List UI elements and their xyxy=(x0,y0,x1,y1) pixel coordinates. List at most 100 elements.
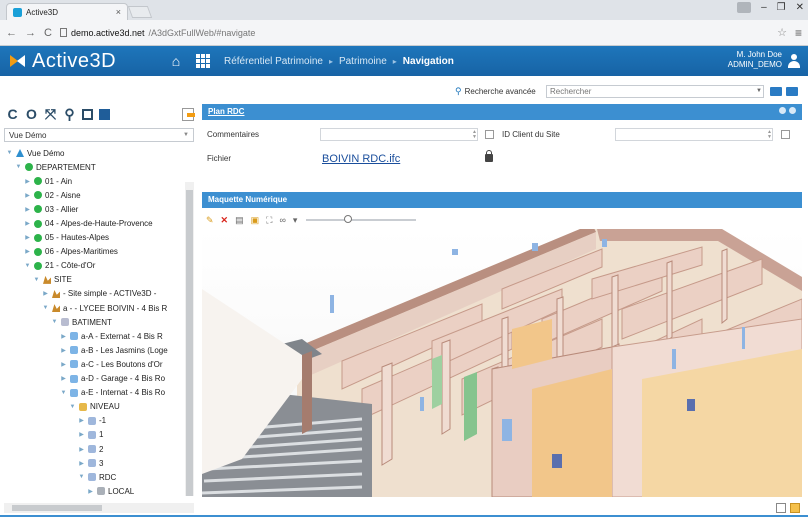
expand-icon[interactable]: ▶ xyxy=(78,417,85,424)
expand-icon[interactable]: ▶ xyxy=(24,220,31,227)
zoom-slider-knob[interactable] xyxy=(344,215,353,223)
tree-vertical-scrollbar[interactable] xyxy=(185,182,194,496)
breadcrumb-referentiel[interactable]: Référentiel Patrimoine xyxy=(224,56,323,67)
breadcrumb-navigation[interactable]: Navigation xyxy=(403,56,454,67)
expand-icon[interactable]: ▶ xyxy=(24,248,31,255)
tree-node[interactable]: ▶ a-C - Les Boutons d'Or xyxy=(4,357,194,371)
search-input[interactable] xyxy=(546,85,764,98)
building-tool-icon[interactable] xyxy=(99,108,110,120)
minimize-icon[interactable]: – xyxy=(761,2,767,13)
comment-field[interactable] xyxy=(320,128,478,141)
tree-node[interactable]: ▶ -1 xyxy=(4,414,194,428)
profile-icon[interactable] xyxy=(737,2,752,13)
zoom-icon[interactable]: ⚲ xyxy=(63,106,76,123)
fit-view-icon[interactable]: ⛶ xyxy=(266,215,272,226)
tree-node[interactable]: ▼ 21 - Côte-d'Or xyxy=(4,259,194,273)
forward-icon[interactable]: → xyxy=(25,27,36,39)
glasses-icon[interactable]: ∞ xyxy=(279,215,285,225)
layers-icon[interactable]: ▤ xyxy=(235,215,244,226)
palette-icon[interactable]: ✎ xyxy=(206,215,214,226)
list-view-icon[interactable] xyxy=(770,87,782,96)
print-icon[interactable] xyxy=(776,503,786,513)
3d-viewer[interactable] xyxy=(202,229,802,497)
user-icon[interactable] xyxy=(788,54,800,68)
box-icon[interactable]: ▣ xyxy=(251,215,260,226)
tree-node[interactable]: ▼ DEPARTEMENT xyxy=(4,160,194,174)
tree-node[interactable]: ▶ 04 - Alpes-de-Haute-Provence xyxy=(4,216,194,230)
tree-node[interactable]: ▶ 02 - Aisne xyxy=(4,188,194,202)
collapse-icon[interactable]: ▼ xyxy=(33,277,40,283)
tree-node[interactable]: ▶ a-B - Les Jasmins (Loge xyxy=(4,343,194,357)
expand-icon[interactable]: ▶ xyxy=(24,192,31,199)
home-icon[interactable]: ⌂ xyxy=(166,53,186,69)
collapse-icon[interactable]: ▼ xyxy=(42,305,49,311)
delete-icon[interactable]: ✕ xyxy=(221,215,229,226)
collapse-icon[interactable]: ▼ xyxy=(60,390,67,396)
tree-node[interactable]: ▶ 2 xyxy=(4,442,194,456)
view-select[interactable]: Vue Démo ▼ xyxy=(4,128,194,142)
view-dropdown-icon[interactable]: ▾ xyxy=(293,215,298,226)
scroll-thumb[interactable] xyxy=(186,190,193,496)
expand-icon[interactable]: ▶ xyxy=(78,431,85,438)
url-field[interactable]: demo.active3d.net/A3dGxtFullWeb/#navigat… xyxy=(59,28,769,38)
tree-node[interactable]: ▼ a-E - Internat - 4 Bis Ro xyxy=(4,386,194,400)
tree-node[interactable]: ▶ a-A - Externat - 4 Bis R xyxy=(4,329,194,343)
tree-node[interactable]: ▶ a-D - Garage - 4 Bis Ro xyxy=(4,372,194,386)
new-tab-button[interactable] xyxy=(127,6,153,18)
expand-icon[interactable]: ▶ xyxy=(78,460,85,467)
tree-node[interactable]: ▶ 3 xyxy=(4,456,194,470)
expand-icon[interactable]: ▶ xyxy=(60,347,67,354)
expand-icon[interactable]: ▶ xyxy=(78,446,85,453)
tree-node[interactable]: ▶ 06 - Alpes-Maritimes xyxy=(4,245,194,259)
info-icon[interactable] xyxy=(779,107,786,114)
back-icon[interactable]: ← xyxy=(6,27,17,39)
edit-site-id-icon[interactable] xyxy=(781,130,790,139)
app-logo[interactable]: Active3D xyxy=(0,50,150,73)
apps-grid-icon[interactable] xyxy=(196,54,210,68)
export-plan-icon[interactable] xyxy=(790,503,800,513)
tree-horizontal-scrollbar[interactable] xyxy=(4,503,194,513)
collapse-icon[interactable]: ▼ xyxy=(6,150,13,156)
collapse-icon[interactable]: ▼ xyxy=(51,319,58,325)
refresh-icon[interactable]: C xyxy=(6,106,19,122)
tree-node[interactable]: ▼ SITE xyxy=(4,273,194,287)
advanced-search-link[interactable]: ⚲ Recherche avancée xyxy=(455,86,536,97)
expand-icon[interactable]: ▶ xyxy=(60,333,67,340)
expand-icon[interactable]: ▶ xyxy=(24,178,31,185)
expand-icon[interactable]: ▶ xyxy=(42,290,49,297)
tree-node[interactable]: ▼ a - - LYCEE BOIVIN - 4 Bis R xyxy=(4,301,194,315)
breadcrumb-patrimoine[interactable]: Patrimoine xyxy=(339,56,387,67)
browser-tab[interactable]: Active3D × xyxy=(6,3,128,20)
tree-node[interactable]: ▼ BATIMENT xyxy=(4,315,194,329)
collapse-icon[interactable]: ▼ xyxy=(69,404,76,410)
tree-node[interactable]: ▶ 1 xyxy=(4,428,194,442)
zoom-slider[interactable] xyxy=(306,215,417,223)
close-tab-icon[interactable]: × xyxy=(116,7,121,17)
edit-comment-icon[interactable] xyxy=(485,130,494,139)
expand-icon[interactable]: ▶ xyxy=(24,234,31,241)
grid-view-icon[interactable] xyxy=(786,87,798,96)
tree-node[interactable]: ▼ Vue Démo xyxy=(4,146,194,160)
file-link[interactable]: BOIVIN RDC.ifc xyxy=(322,153,400,165)
tree-node[interactable]: ▶ 03 - Allier xyxy=(4,202,194,216)
loop-icon[interactable]: O xyxy=(25,106,38,122)
reload-icon[interactable]: C xyxy=(44,27,52,39)
search-dropdown-icon[interactable]: ▼ xyxy=(756,88,762,94)
browser-menu-icon[interactable]: ≡ xyxy=(795,26,802,40)
bookmark-star-icon[interactable]: ☆ xyxy=(777,26,787,39)
collapse-icon[interactable]: ▼ xyxy=(15,164,22,170)
settings-icon[interactable] xyxy=(789,107,796,114)
site-id-field[interactable] xyxy=(615,128,773,141)
tree-node[interactable]: ▼ NIVEAU xyxy=(4,400,194,414)
expand-icon[interactable]: ▶ xyxy=(60,375,67,382)
tree-node[interactable]: ▶ LOCAL xyxy=(4,484,194,496)
tree-node[interactable]: ▶ 01 - Ain xyxy=(4,174,194,188)
tree-node[interactable]: ▶ - Site simple - ACTIVe3D - xyxy=(4,287,194,301)
comment-spinner-icon[interactable]: ▲ ▼ xyxy=(472,130,477,140)
restore-icon[interactable]: ❐ xyxy=(777,2,786,13)
tree-node[interactable]: ▼ RDC xyxy=(4,470,194,484)
plan-title[interactable]: Plan RDC xyxy=(202,104,802,120)
user-info[interactable]: M. John Doe ADMIN_DEMO xyxy=(728,50,782,70)
collapse-icon[interactable]: ▼ xyxy=(24,263,31,269)
expand-icon[interactable]: ⤧ xyxy=(44,106,57,123)
